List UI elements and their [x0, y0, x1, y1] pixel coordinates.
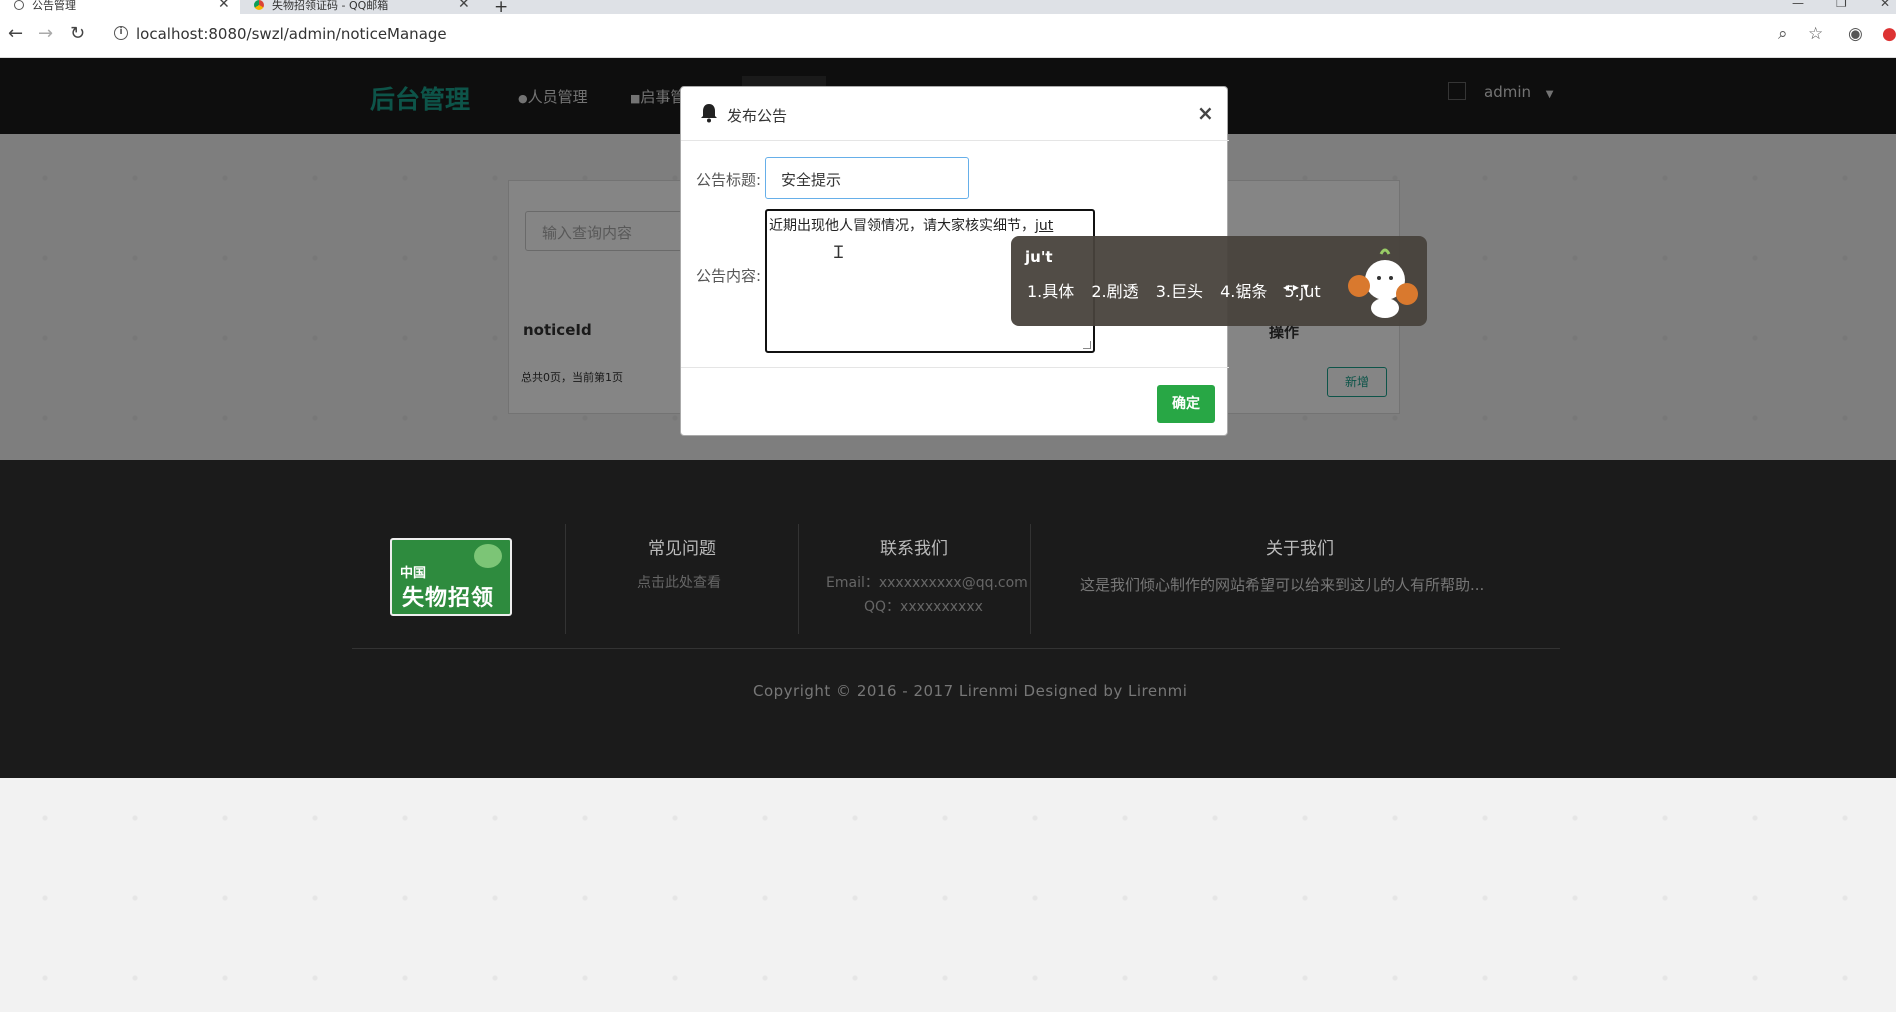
forward-icon[interactable]: → [38, 23, 53, 44]
close-tab-icon[interactable]: ✕ [218, 0, 230, 11]
frog-mascot-icon [474, 544, 502, 568]
content-text: 近期出现他人冒领情况，请大家核实细节， [769, 218, 1035, 234]
address-bar: ← → ↻ i localhost:8080/swzl/admin/notice… [0, 14, 1896, 58]
copyright-text: Copyright © 2016 - 2017 Lirenmi Designed… [753, 682, 1188, 700]
bell-icon [701, 104, 717, 123]
info-icon[interactable]: i [114, 26, 128, 40]
site-footer: 中国 失物招领 常见问题 点击此处查看 联系我们 Email：xxxxxxxxx… [0, 460, 1896, 778]
composition-text: jut [1035, 218, 1054, 234]
contact-title: 联系我们 [880, 539, 948, 559]
faq-title: 常见问题 [648, 539, 716, 559]
profile-icon[interactable]: ◉ [1848, 24, 1863, 44]
extension-icon[interactable]: ● [1882, 24, 1896, 44]
url-field[interactable]: i localhost:8080/swzl/admin/noticeManage [104, 20, 1824, 50]
ime-candidate-window: ju't 1.具体 2.剧透 3.巨头 4.锯条 5.jut ◂ ▸ ▾ [1011, 236, 1427, 326]
notice-content-label: 公告内容: [696, 267, 762, 285]
chrome-icon [254, 0, 264, 10]
minimize-icon[interactable]: — [1792, 0, 1804, 10]
notice-title-label: 公告标题: [696, 171, 762, 189]
ime-page-arrows-icon[interactable]: ◂ ▸ ▾ [1283, 280, 1309, 294]
modal-title: 发布公告 [727, 107, 788, 125]
notice-title-input[interactable]: 安全提示 [765, 157, 969, 199]
tab-label: 失物招领证码 - QQ邮箱 [272, 0, 389, 12]
faq-link[interactable]: 点击此处查看 [637, 572, 721, 592]
url-text[interactable]: localhost:8080/swzl/admin/noticeManage [136, 25, 447, 43]
ime-composition: ju't [1025, 248, 1053, 266]
tab-notice-manage[interactable]: 公告管理 ✕ [0, 0, 240, 14]
tab-qq-mail[interactable]: 失物招领证码 - QQ邮箱 ✕ [242, 0, 478, 14]
about-text: 这是我们倾心制作的网站希望可以给来到这儿的人有所帮助... [1080, 576, 1485, 594]
ime-mascot-icon [1348, 248, 1418, 318]
modal-footer-divider [681, 367, 1229, 368]
reload-icon[interactable]: ↻ [70, 23, 85, 44]
browser-tabbar: 公告管理 ✕ 失物招领证码 - QQ邮箱 ✕ + — ❐ ✕ [0, 0, 1896, 17]
close-icon[interactable]: × [1197, 101, 1214, 125]
ime-candidate[interactable]: 1.具体 [1027, 282, 1074, 301]
ime-candidate[interactable]: 4.锯条 [1220, 282, 1267, 301]
divider [1030, 524, 1031, 634]
divider [798, 524, 799, 634]
contact-email: Email：xxxxxxxxxx@qq.com [826, 575, 1028, 591]
contact-qq: QQ：xxxxxxxxxx [864, 599, 983, 615]
close-window-icon[interactable]: ✕ [1880, 0, 1890, 10]
divider [565, 524, 566, 634]
ime-candidate[interactable]: 2.剧透 [1091, 282, 1138, 301]
footer-divider [352, 648, 1560, 649]
confirm-button[interactable]: 确定 [1157, 385, 1215, 423]
restore-icon[interactable]: ❐ [1836, 0, 1847, 10]
bookmark-star-icon[interactable]: ☆ [1808, 24, 1823, 44]
back-icon[interactable]: ← [8, 23, 23, 44]
ime-candidate[interactable]: 3.巨头 [1156, 282, 1203, 301]
close-tab-icon[interactable]: ✕ [458, 0, 470, 11]
tab-label: 公告管理 [32, 0, 76, 12]
text-cursor-icon: Ｉ [830, 243, 847, 263]
zoom-icon[interactable]: ⌕ [1778, 24, 1788, 44]
site-logo: 中国 失物招领 [390, 538, 512, 616]
globe-icon [14, 0, 24, 10]
resize-handle[interactable] [1083, 341, 1091, 349]
modal-header: 发布公告 × [681, 87, 1229, 141]
about-title: 关于我们 [1266, 539, 1334, 559]
